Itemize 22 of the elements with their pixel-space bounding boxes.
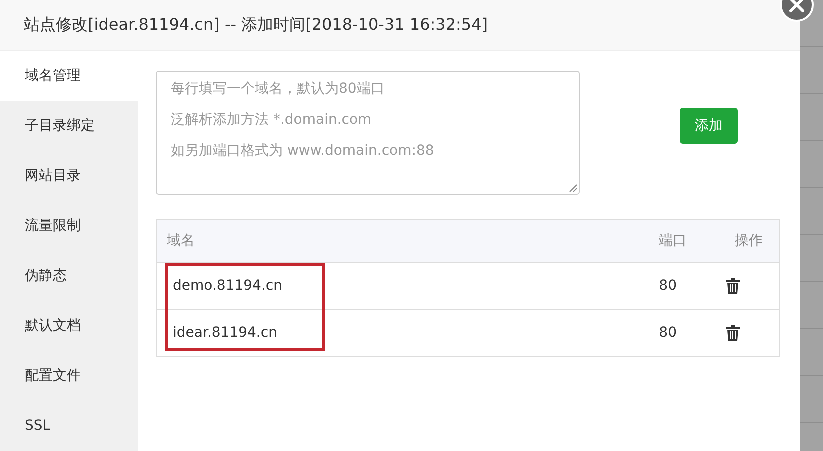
sidebar-item[interactable]: 域名管理 bbox=[0, 51, 138, 101]
table-cell-text: 80 bbox=[658, 278, 677, 294]
placeholder-text: 如另加端口格式为 www.domain.com:88 bbox=[171, 142, 434, 161]
sidebar-item[interactable]: 默认文档 bbox=[0, 301, 138, 351]
sidebar-item[interactable]: 子目录绑定 bbox=[0, 101, 138, 151]
delete-icon[interactable] bbox=[726, 325, 740, 341]
table-cell-text: demo.81194.cn bbox=[172, 278, 284, 294]
table-cell-text: idear.81194.cn bbox=[172, 325, 278, 341]
column-header: 操作 bbox=[734, 232, 764, 250]
column-header: 端口 bbox=[658, 232, 687, 250]
sidebar-item[interactable]: 伪静态 bbox=[0, 251, 138, 301]
sidebar-item[interactable]: SSL bbox=[0, 401, 138, 451]
window-title: 站点修改[idear.81194.cn] -- 添加时间[2018-10-31 16:32:54] bbox=[24, 14, 488, 36]
resize-grip-icon bbox=[569, 184, 577, 192]
column-header: 域名 bbox=[166, 232, 196, 250]
table-cell-text: 80 bbox=[658, 325, 677, 341]
delete-icon[interactable] bbox=[726, 278, 740, 294]
placeholder-text: 每行填写一个域名，默认为80端口 bbox=[171, 80, 385, 99]
sidebar-item[interactable]: 流量限制 bbox=[0, 201, 138, 251]
sidebar-item[interactable]: 配置文件 bbox=[0, 351, 138, 401]
placeholder-text: 泛解析添加方法 *.domain.com bbox=[171, 111, 372, 130]
sidebar-item[interactable]: 网站目录 bbox=[0, 151, 138, 201]
